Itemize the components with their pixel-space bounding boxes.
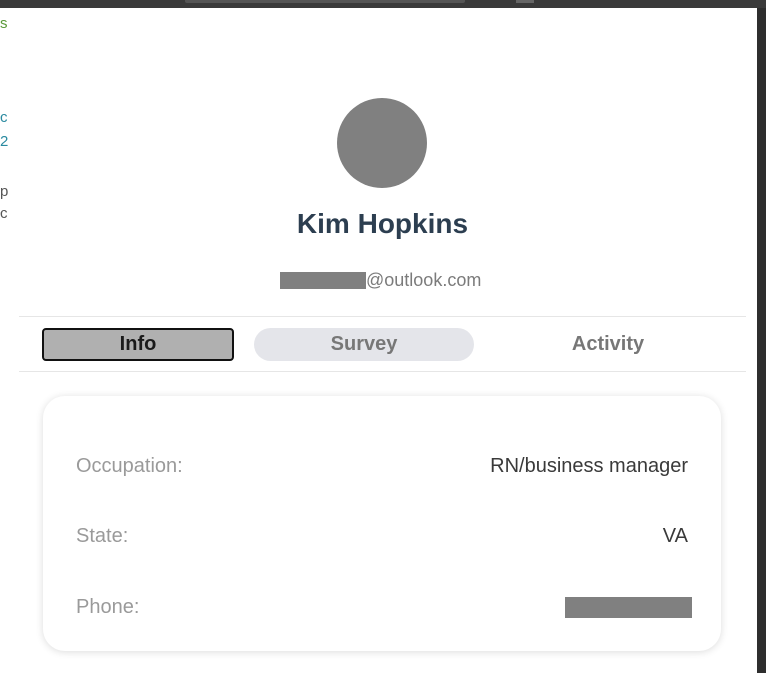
state-value: VA bbox=[662, 524, 688, 547]
background-glyph: c bbox=[0, 109, 8, 126]
background-glyph: c bbox=[0, 205, 8, 222]
email-redaction bbox=[280, 271, 366, 289]
tab-info-label: Info bbox=[119, 333, 157, 355]
divider-bottom bbox=[19, 371, 746, 372]
background-right-edge bbox=[757, 8, 766, 673]
tab-survey[interactable]: Survey bbox=[254, 328, 474, 361]
phone-label: Phone: bbox=[76, 595, 140, 618]
background-page-edge: s c 2 p c bbox=[0, 8, 8, 673]
profile-email: @outlook.com bbox=[280, 268, 481, 292]
divider-top bbox=[19, 316, 746, 317]
background-glyph: 2 bbox=[0, 133, 8, 150]
info-card: Occupation: RN/business manager State: V… bbox=[43, 396, 721, 651]
phone-redaction bbox=[565, 596, 692, 618]
info-row-state: State: VA bbox=[76, 523, 688, 549]
avatar bbox=[337, 98, 427, 188]
tab-activity-label: Activity bbox=[571, 333, 645, 355]
email-domain: @outlook.com bbox=[366, 269, 482, 290]
window-handle-small bbox=[516, 0, 534, 3]
tab-survey-label: Survey bbox=[330, 333, 398, 355]
window-handle bbox=[185, 0, 465, 3]
info-row-phone: Phone: bbox=[76, 594, 692, 620]
profile-panel: Kim Hopkins @outlook.com Info Survey Act… bbox=[8, 8, 757, 673]
state-label: State: bbox=[76, 524, 129, 547]
background-glyph: p bbox=[0, 183, 8, 200]
profile-name: Kim Hopkins bbox=[296, 208, 469, 239]
tab-info[interactable]: Info bbox=[42, 328, 234, 361]
tab-activity[interactable]: Activity bbox=[508, 328, 708, 361]
occupation-value: RN/business manager bbox=[490, 454, 688, 477]
occupation-label: Occupation: bbox=[76, 454, 183, 477]
background-glyph: s bbox=[0, 15, 8, 32]
info-row-occupation: Occupation: RN/business manager bbox=[76, 453, 688, 479]
window-top-bar bbox=[0, 0, 766, 8]
